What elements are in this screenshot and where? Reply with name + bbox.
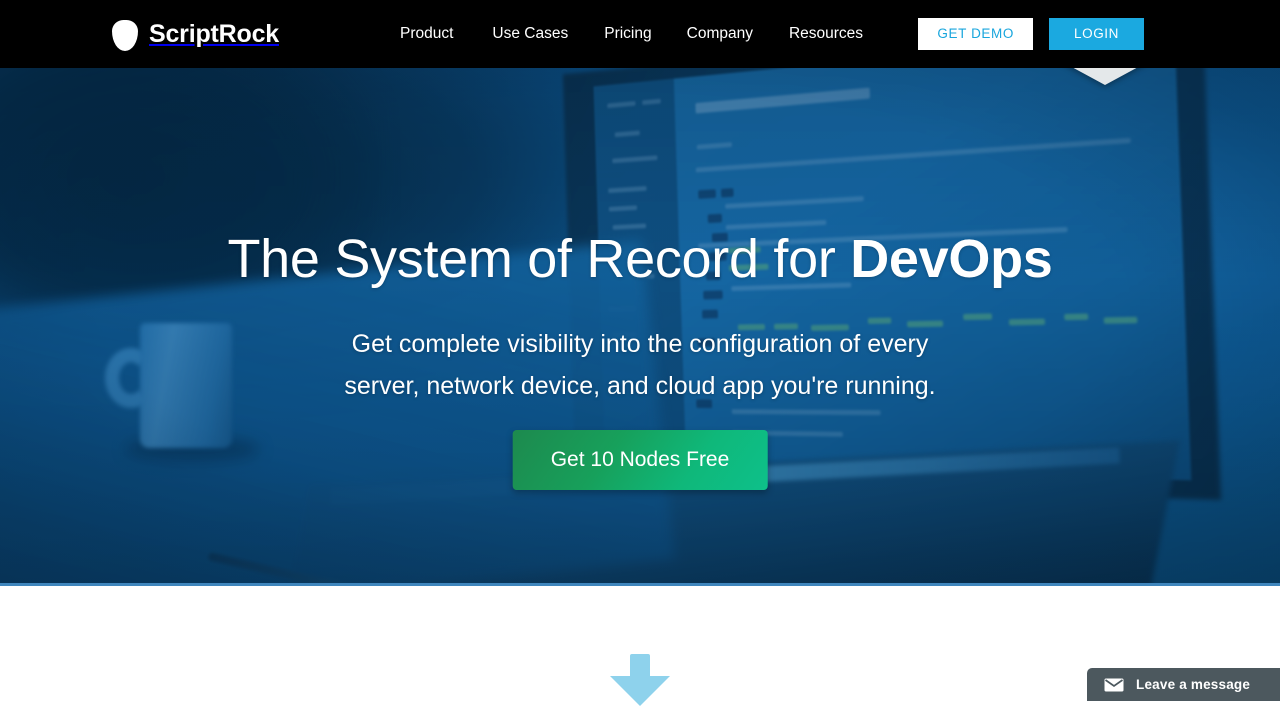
nav-item-company[interactable]: Company bbox=[687, 25, 789, 43]
hero-subheading: Get complete visibility into the configu… bbox=[0, 323, 1280, 407]
get-demo-button[interactable]: GET DEMO bbox=[918, 18, 1033, 51]
nav-item-product[interactable]: Product bbox=[400, 25, 492, 43]
logo-text: ScriptRock bbox=[149, 20, 279, 49]
logo-link[interactable]: ScriptRock bbox=[112, 19, 279, 50]
nav-item-pricing[interactable]: Pricing bbox=[604, 25, 686, 43]
envelope-icon bbox=[1104, 678, 1124, 692]
guitar-pick-icon bbox=[112, 20, 138, 51]
main-navigation: Product Use Cases Pricing Company Resour… bbox=[400, 25, 863, 43]
hero-content: The System of Record for DevOps Get comp… bbox=[0, 68, 1280, 586]
chat-tab-label: Leave a message bbox=[1136, 677, 1250, 692]
hero-heading-regular: The System of Record for bbox=[227, 229, 850, 289]
arrow-down-icon[interactable] bbox=[610, 654, 670, 706]
hero-subheading-line2: server, network device, and cloud app yo… bbox=[344, 372, 935, 400]
site-header: ScriptRock Product Use Cases Pricing Com… bbox=[0, 0, 1280, 68]
nav-item-resources[interactable]: Resources bbox=[789, 25, 863, 43]
leave-a-message-tab[interactable]: Leave a message bbox=[1087, 668, 1280, 701]
login-button[interactable]: LOGIN bbox=[1049, 18, 1144, 51]
get-nodes-free-button[interactable]: Get 10 Nodes Free bbox=[513, 430, 768, 490]
hero-heading: The System of Record for DevOps bbox=[0, 228, 1280, 290]
header-actions: GET DEMO LOGIN bbox=[918, 18, 1144, 51]
hero-section: The System of Record for DevOps Get comp… bbox=[0, 68, 1280, 586]
nav-item-use-cases[interactable]: Use Cases bbox=[492, 25, 604, 43]
hero-heading-bold: DevOps bbox=[850, 229, 1052, 289]
hero-subheading-line1: Get complete visibility into the configu… bbox=[352, 330, 929, 358]
